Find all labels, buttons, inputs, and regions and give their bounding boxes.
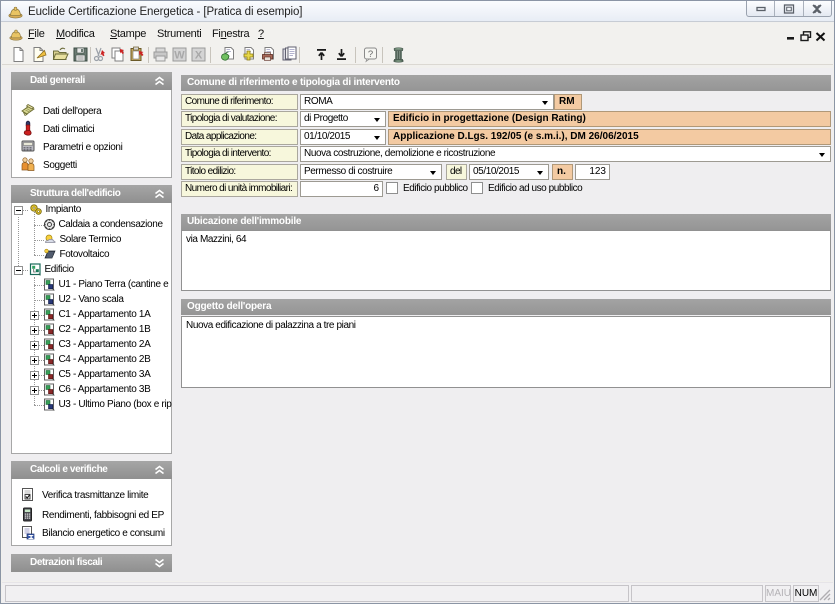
svg-text:W: W: [174, 50, 185, 62]
svg-text:?: ?: [368, 49, 373, 60]
svg-text:X: X: [195, 50, 203, 62]
